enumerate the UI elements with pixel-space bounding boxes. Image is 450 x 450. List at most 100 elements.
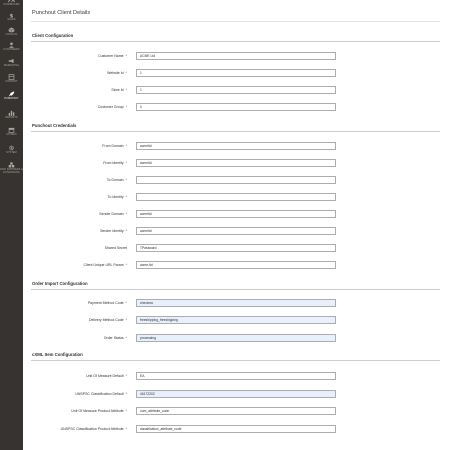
to-identity-input[interactable] [136, 193, 336, 201]
section-divider [31, 360, 440, 361]
to-identity-label: To Identity * [17, 194, 127, 200]
unspsc-attribute-input[interactable] [136, 425, 336, 433]
required-asterisk: * [125, 161, 127, 165]
nav-item-dashboard[interactable]: Dashboard [0, 0, 23, 7]
required-asterisk: * [125, 229, 127, 233]
from-identity-input[interactable] [136, 159, 336, 167]
nav-label: System [6, 151, 17, 154]
nav-item-marketing[interactable]: Marketing [0, 58, 23, 68]
unspsc-default-input[interactable] [136, 390, 336, 398]
nav-label: Sales [7, 18, 16, 21]
label-text: Unit Of Measure Default [86, 374, 124, 378]
label-text: UNSPSC Classification Default [75, 392, 124, 396]
nav-item-stores[interactable]: Stores [0, 127, 23, 137]
section-divider [31, 131, 440, 132]
required-asterisk: * [125, 318, 127, 322]
section-divider [31, 289, 440, 290]
section-title-order-import-configuration: Order Import Configuration [32, 281, 88, 286]
order-status-input[interactable] [136, 334, 336, 342]
required-asterisk: * [125, 374, 127, 378]
customer-name-input[interactable] [136, 52, 336, 60]
required-asterisk: * [125, 144, 127, 148]
label-text: To Identity [107, 195, 124, 199]
from-identity-label: From Identity * [17, 160, 127, 166]
uom-attribute-label: Unit Of Measure Product Attribute * [17, 408, 127, 414]
title-divider [31, 21, 440, 22]
section-title-client-configuration: Client Configuration [32, 33, 74, 38]
required-asterisk: * [125, 336, 127, 340]
required-asterisk: * [125, 301, 127, 305]
sender-identity-label: Sender Identity * [17, 228, 127, 234]
label-text: Delivery Method Code [88, 318, 124, 322]
nav-item-catalog[interactable]: Catalog [0, 27, 23, 37]
label-text: Sender Domain [99, 212, 124, 216]
label-text: Client Unique URL Param [83, 263, 124, 267]
label-text: Customer Name [98, 54, 124, 58]
label-text: Customer Group [97, 105, 124, 109]
unspsc-attribute-label: UNSPSC Classification Product Attribute * [17, 426, 127, 432]
store-id-label: Store Id * [17, 87, 127, 93]
nav-label: Punchout [4, 97, 19, 100]
from-domain-label: From Domain * [17, 143, 127, 149]
website-id-input[interactable] [136, 69, 336, 77]
payment-method-code-label: Payment Method Code * [17, 300, 127, 306]
uom-default-label: Unit Of Measure Default * [17, 373, 127, 379]
label-text: Website Id [107, 71, 124, 75]
payment-method-code-input[interactable] [136, 299, 336, 307]
required-asterisk: * [125, 427, 127, 431]
label-text: Order Status [103, 336, 124, 340]
nav-item-reports[interactable]: Reports [0, 110, 23, 120]
required-asterisk: * [125, 195, 127, 199]
required-asterisk: * [125, 392, 127, 396]
nav-item-sales[interactable]: $ Sales [0, 12, 23, 22]
uom-attribute-input[interactable] [136, 407, 336, 415]
required-asterisk: * [125, 105, 127, 109]
label-text: Sender Identity [100, 229, 124, 233]
nav-label: Find Partners & Extensions [0, 168, 23, 174]
section-title-cxml-item-configuration: cXML Item Configuration [32, 352, 83, 357]
nav-label: Customers [3, 48, 20, 51]
required-asterisk: * [125, 178, 127, 182]
label-text: From Domain [102, 144, 124, 148]
nav-label: Reports [5, 116, 18, 119]
section-divider [31, 41, 440, 42]
sender-domain-label: Sender Domain * [17, 211, 127, 217]
label-text: Payment Method Code [87, 301, 124, 305]
label-text: Unit Of Measure Product Attribute [71, 409, 124, 413]
required-asterisk: * [125, 88, 127, 92]
required-asterisk: * [125, 409, 127, 413]
nav-label: Catalog [5, 33, 18, 36]
shared-secret-label: Shared Secret [17, 245, 127, 251]
page-title: Punchout Client Details [32, 10, 91, 16]
label-text: Shared Secret [104, 246, 127, 250]
label-text: UNSPSC Classification Product Attribute [60, 427, 124, 431]
to-domain-input[interactable] [136, 176, 336, 184]
nav-label: Dashboard [3, 3, 20, 6]
required-asterisk: * [125, 212, 127, 216]
customer-group-input[interactable] [136, 103, 336, 111]
required-asterisk: * [125, 54, 127, 58]
to-domain-label: To Domain * [17, 177, 127, 183]
uom-default-input[interactable] [136, 372, 336, 380]
order-status-label: Order Status * [17, 335, 127, 341]
unspsc-default-label: UNSPSC Classification Default * [17, 391, 127, 397]
from-domain-input[interactable] [136, 142, 336, 150]
customer-group-label: Customer Group * [17, 104, 127, 110]
delivery-method-code-input[interactable] [136, 316, 336, 324]
admin-sidebar: Dashboard $ Sales Catalog Customers Mark… [0, 0, 23, 450]
nav-item-customers[interactable]: Customers [0, 42, 23, 52]
delivery-method-code-label: Delivery Method Code * [17, 317, 127, 323]
store-id-input[interactable] [136, 86, 336, 94]
nav-label: Marketing [3, 64, 20, 67]
sender-domain-input[interactable] [136, 210, 336, 218]
required-asterisk: * [125, 263, 127, 267]
client-unique-url-param-input[interactable] [136, 261, 336, 269]
website-id-label: Website Id * [17, 70, 127, 76]
client-unique-url-param-label: Client Unique URL Param * [17, 262, 127, 268]
sender-identity-input[interactable] [136, 227, 336, 235]
customer-name-label: Customer Name * [17, 53, 127, 59]
shared-secret-input[interactable] [136, 244, 336, 252]
nav-label: Stores [6, 133, 17, 136]
label-text: To Domain [106, 178, 124, 182]
required-asterisk: * [125, 71, 127, 75]
